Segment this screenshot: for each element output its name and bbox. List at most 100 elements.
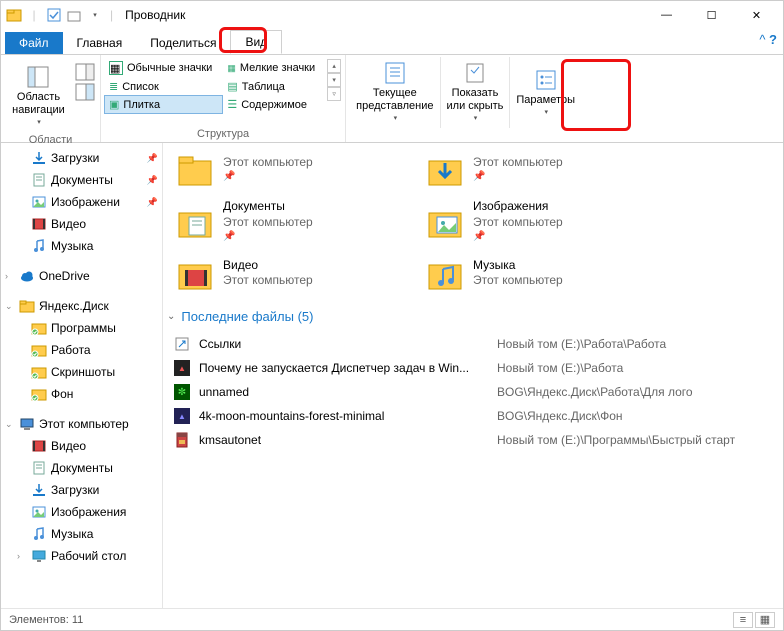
nav-item-музыка[interactable]: Музыка	[1, 523, 162, 545]
layout-tiles[interactable]: ▣Плитка	[105, 96, 222, 113]
nav-item-label: Работа	[51, 343, 91, 357]
qat-dropdown-icon[interactable]: ▾	[86, 6, 104, 24]
details-pane-icon[interactable]	[75, 83, 95, 101]
nav-item-видео[interactable]: Видео	[1, 213, 162, 235]
layout-scroll[interactable]: ▴▾▿	[327, 59, 341, 101]
layout-normal-icons[interactable]: ▦Обычные значки	[105, 59, 222, 77]
recent-row[interactable]: kmsautonetНовый том (E:)\Программы\Быстр…	[173, 428, 773, 452]
tile-subtitle: Этот компьютер	[473, 273, 563, 289]
tab-home[interactable]: Главная	[63, 32, 137, 54]
nav-item-этот компьютер[interactable]: ⌄Этот компьютер	[1, 413, 162, 435]
chevron-down-icon: ▾	[544, 109, 548, 117]
preview-pane-icon[interactable]	[75, 63, 95, 81]
show-hide-button[interactable]: Показать или скрыть▾	[441, 57, 510, 128]
nav-item-label: Музыка	[51, 239, 93, 253]
tab-file[interactable]: Файл	[5, 32, 63, 54]
separator: |	[110, 8, 113, 22]
recent-location: BOG\Яндекс.Диск\Фон	[497, 409, 623, 423]
tile-subtitle: Этот компьютер	[223, 215, 313, 231]
file-icon: ✼	[173, 383, 191, 401]
nav-item-загрузки[interactable]: Загрузки	[1, 479, 162, 501]
tile-item[interactable]: Этот компьютер📌	[423, 147, 633, 191]
app-icon	[5, 6, 23, 24]
layout-small-icons[interactable]: ▦Мелкие значки	[223, 59, 325, 77]
doc-icon	[31, 460, 47, 476]
music-icon	[31, 526, 47, 542]
icons-icon: ▦	[109, 61, 123, 75]
gfolder-icon	[31, 342, 47, 358]
nav-item-изображени[interactable]: Изображени📌	[1, 191, 162, 213]
nav-item-onedrive[interactable]: ›OneDrive	[1, 265, 162, 287]
tile-item[interactable]: ДокументыЭтот компьютер📌	[173, 197, 383, 245]
doc-icon	[31, 172, 47, 188]
properties-icon[interactable]	[45, 6, 63, 24]
layout-content[interactable]: ☰Содержимое	[223, 96, 325, 113]
recent-row[interactable]: СсылкиНовый том (E:)\Работа\Работа	[173, 332, 773, 356]
current-view-button[interactable]: Текущее представление▾	[350, 57, 439, 128]
nav-item-программы[interactable]: Программы	[1, 317, 162, 339]
file-icon: ▲	[173, 359, 191, 377]
ribbon: Область навигации▾ Области ▦Обычные знач…	[1, 55, 783, 143]
recent-location: BOG\Яндекс.Диск\Работа\Для лого	[497, 385, 693, 399]
layout-list[interactable]: ≣Список	[105, 78, 222, 95]
recent-row[interactable]: ✼unnamedBOG\Яндекс.Диск\Работа\Для лого	[173, 380, 773, 404]
minimize-button[interactable]: —	[644, 1, 689, 29]
close-button[interactable]: ✕	[734, 1, 779, 29]
recent-name: Почему не запускается Диспетчер задач в …	[199, 361, 489, 375]
recent-row[interactable]: ▲ Почему не запускается Диспетчер задач в…	[173, 356, 773, 380]
nav-item-label: Изображени	[51, 195, 120, 209]
main-pane[interactable]: Этот компьютер📌Этот компьютер📌ДокументыЭ…	[163, 143, 783, 608]
nav-item-работа[interactable]: Работа	[1, 339, 162, 361]
options-button[interactable]: Параметры ▾	[510, 57, 581, 128]
gfolder-icon	[31, 364, 47, 380]
navigation-pane[interactable]: Загрузки📌Документы📌Изображени📌ВидеоМузык…	[1, 143, 163, 608]
doc-big	[175, 201, 215, 241]
details-view-button[interactable]: ≡	[733, 612, 753, 628]
nav-item-скриншоты[interactable]: Скриншоты	[1, 361, 162, 383]
nav-item-фон[interactable]: Фон	[1, 383, 162, 405]
nav-item-label: Яндекс.Диск	[39, 299, 109, 313]
nav-item-загрузки[interactable]: Загрузки📌	[1, 147, 162, 169]
tile-item[interactable]: Этот компьютер📌	[173, 147, 383, 191]
help-button[interactable]: ^ ?	[759, 32, 777, 47]
tile-item[interactable]: МузыкаЭтот компьютер	[423, 251, 633, 295]
tab-view[interactable]: Вид	[230, 30, 282, 54]
nav-item-рабочий стол[interactable]: ›Рабочий стол	[1, 545, 162, 567]
nav-item-label: Изображения	[51, 505, 126, 519]
file-icon	[173, 431, 191, 449]
nav-item-label: Скриншоты	[51, 365, 115, 379]
nav-item-яндекс.диск[interactable]: ⌄ Яндекс.Диск	[1, 295, 162, 317]
recent-row[interactable]: ▲4k-moon-mountains-forest-minimalBOG\Янд…	[173, 404, 773, 428]
group-label-layout: Структура	[197, 126, 249, 142]
status-text: Элементов: 11	[9, 614, 83, 626]
status-bar: Элементов: 11 ≡ ▦	[1, 608, 783, 630]
tile-item[interactable]: ВидеоЭтот компьютер	[173, 251, 383, 295]
nav-item-изображения[interactable]: Изображения	[1, 501, 162, 523]
small-icons-icon: ▦	[227, 63, 236, 74]
recent-files-header[interactable]: ⌄ Последние файлы (5)	[167, 309, 773, 324]
nav-item-музыка[interactable]: Музыка	[1, 235, 162, 257]
icons-view-button[interactable]: ▦	[755, 612, 775, 628]
maximize-button[interactable]: ☐	[689, 1, 734, 29]
navigation-pane-button[interactable]: Область навигации▾	[6, 61, 71, 132]
nav-item-документы[interactable]: Документы	[1, 457, 162, 479]
nav-item-видео[interactable]: Видео	[1, 435, 162, 457]
recent-name: kmsautonet	[199, 433, 489, 447]
tile-name: Изображения	[473, 199, 563, 215]
tile-subtitle: Этот компьютер	[223, 155, 313, 171]
table-icon: ▤	[227, 80, 237, 93]
tile-item[interactable]: ИзображенияЭтот компьютер📌	[423, 197, 633, 245]
pin-icon: 📌	[473, 230, 563, 243]
desktop-icon	[31, 548, 47, 564]
nav-item-label: Рабочий стол	[51, 549, 126, 563]
pin-icon: 📌	[223, 230, 313, 243]
new-folder-icon[interactable]	[65, 6, 83, 24]
tab-share[interactable]: Поделиться	[136, 32, 230, 54]
nav-item-документы[interactable]: Документы📌	[1, 169, 162, 191]
chevron-icon: ⌄	[5, 301, 15, 312]
pin-icon: 📌	[473, 170, 563, 183]
current-view-icon	[383, 61, 407, 85]
layout-table[interactable]: ▤Таблица	[223, 78, 325, 95]
cloud-icon	[19, 268, 35, 284]
chevron-down-icon: ▾	[37, 119, 41, 127]
